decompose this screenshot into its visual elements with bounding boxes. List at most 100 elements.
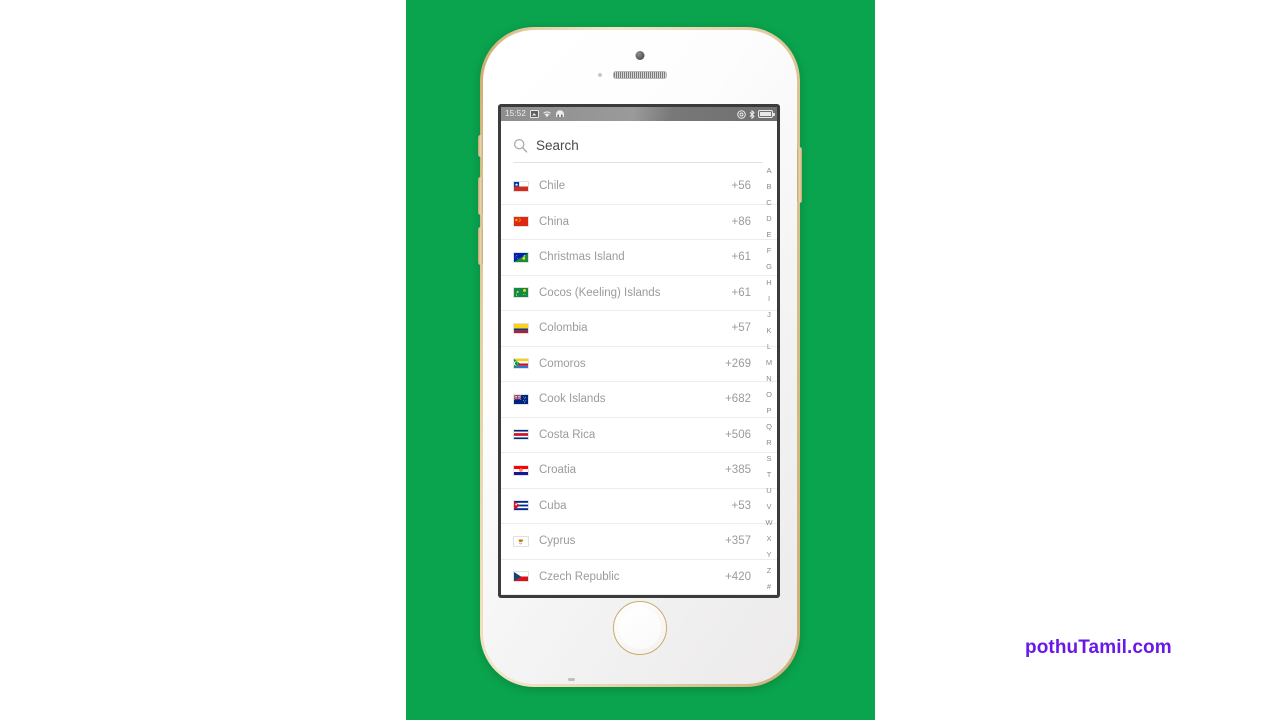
alpha-index-letter[interactable]: X [766, 535, 771, 543]
bottom-microphone-icon [568, 678, 575, 681]
alpha-index-letter[interactable]: A [766, 167, 771, 175]
flag-icon-cn [513, 216, 529, 228]
flag-icon-cx [513, 251, 529, 263]
silent-switch[interactable] [478, 135, 483, 157]
flag-icon-cr [513, 429, 529, 441]
list-item[interactable]: Czech Republic +420 [501, 559, 777, 595]
alpha-index-letter[interactable]: C [766, 199, 771, 207]
alpha-index-letter[interactable]: J [767, 311, 771, 319]
alpha-index-letter[interactable]: F [767, 247, 772, 255]
flag-icon-cu [513, 500, 529, 512]
country-name: Czech Republic [539, 570, 620, 583]
country-name: Comoros [539, 357, 586, 370]
alpha-index-letter[interactable]: M [766, 359, 772, 367]
country-dial-code: +53 [731, 499, 751, 512]
flag-icon-cy [513, 535, 529, 547]
home-button-inner [619, 607, 661, 649]
search-bar[interactable]: Search [501, 121, 777, 169]
vpn-icon [556, 110, 565, 117]
alpha-index-letter[interactable]: V [766, 503, 771, 511]
flag-icon-ck [513, 393, 529, 405]
search-input[interactable]: Search [536, 138, 579, 153]
list-item[interactable]: Chile +56 [501, 169, 777, 205]
volume-down-button[interactable] [478, 227, 483, 265]
list-item[interactable]: Colombia +57 [501, 311, 777, 347]
volume-up-button[interactable] [478, 177, 483, 215]
alpha-index-letter[interactable]: O [766, 391, 772, 399]
alpha-index-letter[interactable]: N [766, 375, 771, 383]
alpha-index-letter[interactable]: Z [767, 567, 772, 575]
alpha-index-letter[interactable]: B [766, 183, 771, 191]
status-bar-clock: 15:52 [505, 109, 527, 118]
alpha-index-letter[interactable]: L [767, 343, 771, 351]
alpha-index-letter[interactable]: P [766, 407, 771, 415]
status-bar-left-icons [530, 110, 565, 118]
alpha-index-letter[interactable]: I [768, 295, 770, 303]
list-item[interactable]: Cook Islands +682 [501, 382, 777, 418]
alpha-index-letter[interactable]: T [767, 471, 772, 479]
alpha-index-letter[interactable]: U [766, 487, 771, 495]
country-dial-code: +61 [731, 286, 751, 299]
search-underline [513, 162, 763, 163]
country-dial-code: +682 [725, 393, 751, 406]
site-watermark: pothuTamil.com [1025, 637, 1172, 658]
country-name: Costa Rica [539, 428, 596, 441]
country-dial-code: +269 [725, 357, 751, 370]
battery-icon [758, 110, 775, 118]
list-item[interactable]: Cuba +53 [501, 488, 777, 524]
country-name: Cocos (Keeling) Islands [539, 286, 661, 299]
alpha-index-letter[interactable]: E [766, 231, 771, 239]
front-camera-icon [635, 51, 645, 60]
flag-icon-cz [513, 571, 529, 583]
status-bar: 15:52 [501, 107, 777, 121]
country-name: Christmas Island [539, 251, 625, 264]
list-item[interactable]: Croatia +385 [501, 453, 777, 489]
country-name: Croatia [539, 464, 577, 477]
country-dial-code: +420 [725, 570, 751, 583]
list-item[interactable]: Christmas Island +61 [501, 240, 777, 276]
home-button[interactable] [613, 601, 667, 655]
alpha-index-letter[interactable]: S [766, 455, 771, 463]
alpha-index-letter[interactable]: Y [766, 551, 771, 559]
flag-icon-km [513, 358, 529, 370]
flag-icon-co [513, 322, 529, 334]
proximity-sensor-icon [598, 73, 602, 77]
photos-icon [530, 110, 540, 118]
country-dial-code: +357 [725, 535, 751, 548]
country-dial-code: +56 [731, 180, 751, 193]
list-item[interactable]: Comoros +269 [501, 346, 777, 382]
country-name: Cyprus [539, 535, 576, 548]
flag-icon-cl [513, 180, 529, 192]
iphone-device-mockup: 15:52 Search Chile +56 China +86 Christm… [478, 27, 802, 687]
list-item[interactable]: Cocos (Keeling) Islands +61 [501, 275, 777, 311]
alpha-index-letter[interactable]: W [765, 519, 772, 527]
country-name: Colombia [539, 322, 588, 335]
list-item[interactable]: China +86 [501, 204, 777, 240]
country-name: Chile [539, 180, 566, 193]
list-item[interactable]: Costa Rica +506 [501, 417, 777, 453]
flag-icon-cc [513, 287, 529, 299]
country-dial-code: +385 [725, 464, 751, 477]
country-name: China [539, 215, 570, 228]
alpha-index-letter[interactable]: G [766, 263, 772, 271]
alpha-index-letter[interactable]: K [766, 327, 771, 335]
country-dial-code: +506 [725, 428, 751, 441]
alphabet-index-bar[interactable]: A B C D E F G H I J K L M N O P Q R S T U V W X Y Z # [761, 165, 777, 595]
country-list[interactable]: Chile +56 China +86 Christmas Island +61 Cocos… [501, 169, 777, 595]
status-bar-right-icons [737, 109, 775, 119]
country-name: Cuba [539, 499, 567, 512]
alpha-index-letter[interactable]: # [767, 583, 771, 591]
alpha-index-letter[interactable]: Q [766, 423, 772, 431]
country-dial-code: +57 [731, 322, 751, 335]
country-name: Cook Islands [539, 393, 606, 406]
phone-screen: 15:52 Search Chile +56 China +86 Christm… [501, 107, 777, 595]
alpha-index-letter[interactable]: D [766, 215, 771, 223]
do-not-disturb-icon [737, 109, 746, 119]
list-item[interactable]: Cyprus +357 [501, 524, 777, 560]
alpha-index-letter[interactable]: R [766, 439, 771, 447]
country-dial-code: +86 [731, 215, 751, 228]
alpha-index-letter[interactable]: H [766, 279, 771, 287]
wifi-icon [543, 111, 551, 118]
power-button[interactable] [797, 147, 802, 203]
earpiece-speaker-icon [613, 71, 667, 79]
